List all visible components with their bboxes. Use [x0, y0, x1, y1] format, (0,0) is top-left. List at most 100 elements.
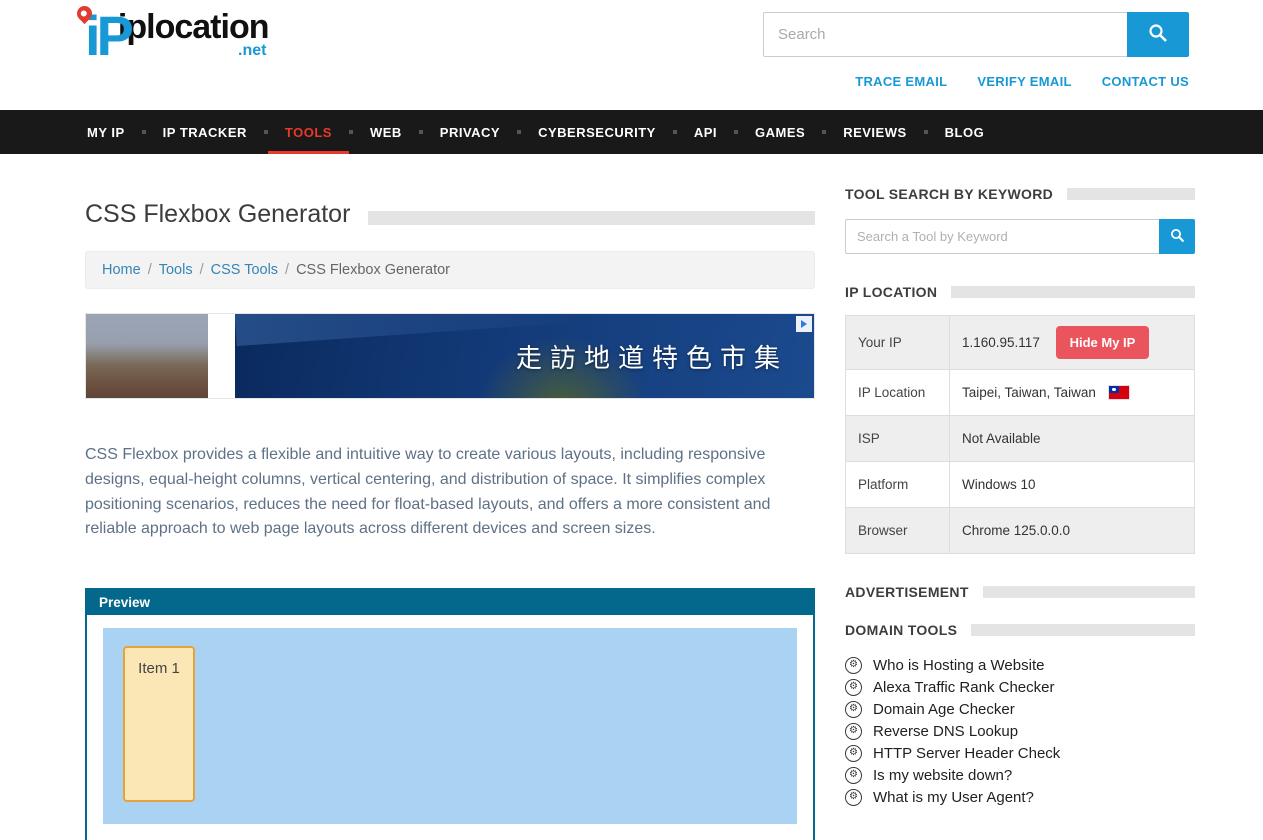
- table-row: Your IP 1.160.95.117 Hide My IP: [846, 316, 1195, 370]
- isp-value: Not Available: [950, 416, 1195, 462]
- domain-tool-alexa-rank[interactable]: ⚙ Alexa Traffic Rank Checker: [845, 676, 1195, 698]
- domain-tools-list: ⚙ Who is Hosting a Website ⚙ Alexa Traff…: [845, 654, 1195, 808]
- advertisement-heading: ADVERTISEMENT: [845, 584, 1195, 600]
- domain-tools-heading-label: DOMAIN TOOLS: [845, 622, 957, 638]
- domain-tool-label: Is my website down?: [873, 767, 1012, 784]
- title-decoration-bar: [368, 211, 815, 225]
- domain-tools-heading: DOMAIN TOOLS: [845, 622, 1195, 638]
- logo-wordmark: iplocation: [118, 10, 269, 44]
- heading-decoration-bar: [951, 286, 1195, 298]
- site-search-input[interactable]: [763, 12, 1127, 57]
- gear-icon: ⚙: [845, 767, 862, 784]
- heading-decoration-bar: [971, 624, 1195, 636]
- ip-row-label: Platform: [846, 462, 950, 508]
- sidebar: TOOL SEARCH BY KEYWORD IP LOCATION Your …: [845, 154, 1195, 840]
- ad-banner[interactable]: 走訪地道特色市集: [85, 313, 815, 399]
- logo-tld: .net: [118, 42, 269, 60]
- breadcrumb-tools[interactable]: Tools: [159, 262, 193, 278]
- domain-tool-label: HTTP Server Header Check: [873, 745, 1060, 762]
- domain-tool-label: Reverse DNS Lookup: [873, 723, 1018, 740]
- domain-tool-user-agent[interactable]: ⚙ What is my User Agent?: [845, 786, 1195, 808]
- flex-preview-item-1: Item 1: [123, 646, 195, 802]
- advertisement-heading-label: ADVERTISEMENT: [845, 584, 969, 600]
- search-icon: [1148, 23, 1168, 46]
- breadcrumb-current: CSS Flexbox Generator: [296, 262, 450, 278]
- ad-text: 走訪地道特色市集: [516, 338, 814, 375]
- platform-value: Windows 10: [950, 462, 1195, 508]
- verify-email-link[interactable]: VERIFY EMAIL: [977, 74, 1071, 89]
- site-search-button[interactable]: [1127, 12, 1189, 57]
- table-row: IP Location Taipei, Taiwan, Taiwan: [846, 370, 1195, 416]
- ip-row-value-cell: Taipei, Taiwan, Taiwan: [950, 370, 1195, 416]
- ip-row-label: ISP: [846, 416, 950, 462]
- nav-cybersecurity[interactable]: CYBERSECURITY: [521, 110, 673, 154]
- breadcrumb-css-tools[interactable]: CSS Tools: [211, 262, 278, 278]
- main-nav: MY IP IP TRACKER TOOLS WEB PRIVACY CYBER…: [0, 110, 1263, 154]
- nav-tools[interactable]: TOOLS: [268, 110, 349, 154]
- nav-ip-tracker[interactable]: IP TRACKER: [146, 110, 264, 154]
- breadcrumb-separator: /: [200, 262, 204, 278]
- gear-icon: ⚙: [845, 701, 862, 718]
- gear-icon: ⚙: [845, 789, 862, 806]
- ad-creative: 走訪地道特色市集: [235, 314, 814, 398]
- gear-icon: ⚙: [845, 723, 862, 740]
- gear-icon: ⚙: [845, 745, 862, 762]
- ad-photo-image: [86, 314, 208, 398]
- domain-tool-label: Who is Hosting a Website: [873, 657, 1044, 674]
- domain-tool-label: Alexa Traffic Rank Checker: [873, 679, 1054, 696]
- gear-icon: ⚙: [845, 657, 862, 674]
- domain-tool-http-header[interactable]: ⚙ HTTP Server Header Check: [845, 742, 1195, 764]
- breadcrumb-home[interactable]: Home: [102, 262, 141, 278]
- nav-api[interactable]: API: [677, 110, 734, 154]
- preview-panel: Preview Item 1: [85, 588, 815, 840]
- domain-tool-who-is-hosting[interactable]: ⚙ Who is Hosting a Website: [845, 654, 1195, 676]
- nav-reviews[interactable]: REVIEWS: [826, 110, 923, 154]
- taiwan-flag-icon: [1109, 386, 1129, 399]
- table-row: Platform Windows 10: [846, 462, 1195, 508]
- site-search: [763, 12, 1189, 57]
- page-title: CSS Flexbox Generator: [85, 200, 350, 229]
- tool-search-heading: TOOL SEARCH BY KEYWORD: [845, 186, 1195, 202]
- nav-my-ip[interactable]: MY IP: [70, 110, 142, 154]
- heading-decoration-bar: [1067, 188, 1195, 200]
- preview-body: Item 1: [87, 615, 813, 840]
- domain-tool-label: What is my User Agent?: [873, 789, 1034, 806]
- browser-value: Chrome 125.0.0.0: [950, 508, 1195, 554]
- your-ip-value: 1.160.95.117: [962, 335, 1040, 350]
- table-row: ISP Not Available: [846, 416, 1195, 462]
- ip-location-heading-label: IP LOCATION: [845, 284, 937, 300]
- site-header: iP iplocation .net TRACE EMAIL VERIFY EM…: [0, 0, 1263, 110]
- hide-my-ip-button[interactable]: Hide My IP: [1056, 326, 1150, 359]
- breadcrumb: Home/Tools/CSS Tools/CSS Flexbox Generat…: [85, 251, 815, 289]
- adchoices-icon[interactable]: [796, 316, 812, 332]
- tool-search-input[interactable]: [845, 219, 1159, 254]
- trace-email-link[interactable]: TRACE EMAIL: [855, 74, 947, 89]
- main-content: CSS Flexbox Generator Home / Tools / CSS Too…: [85, 154, 815, 840]
- heading-decoration-bar: [983, 586, 1195, 598]
- domain-tool-website-down[interactable]: ⚙ Is my website down?: [845, 764, 1195, 786]
- ip-info-table: Your IP 1.160.95.117 Hide My IP IP Locat…: [845, 315, 1195, 554]
- nav-games[interactable]: GAMES: [738, 110, 822, 154]
- breadcrumb-separator: /: [285, 262, 289, 278]
- preview-panel-title: Preview: [87, 590, 813, 615]
- nav-privacy[interactable]: PRIVACY: [423, 110, 517, 154]
- tool-search: [845, 219, 1195, 254]
- ip-row-label: IP Location: [846, 370, 950, 416]
- gear-icon: ⚙: [845, 679, 862, 696]
- tool-description: CSS Flexbox provides a flexible and intu…: [85, 443, 815, 542]
- ip-row-label: Browser: [846, 508, 950, 554]
- nav-web[interactable]: WEB: [353, 110, 419, 154]
- contact-us-link[interactable]: CONTACT US: [1102, 74, 1189, 89]
- ip-row-value-cell: 1.160.95.117 Hide My IP: [950, 316, 1195, 370]
- flex-preview-container: Item 1: [103, 628, 797, 824]
- tool-search-heading-label: TOOL SEARCH BY KEYWORD: [845, 186, 1053, 202]
- site-logo[interactable]: iP iplocation .net: [85, 10, 268, 60]
- domain-tool-domain-age[interactable]: ⚙ Domain Age Checker: [845, 698, 1195, 720]
- domain-tool-reverse-dns[interactable]: ⚙ Reverse DNS Lookup: [845, 720, 1195, 742]
- table-row: Browser Chrome 125.0.0.0: [846, 508, 1195, 554]
- tool-search-button[interactable]: [1159, 219, 1195, 254]
- domain-tool-label: Domain Age Checker: [873, 701, 1015, 718]
- search-icon: [1170, 228, 1185, 246]
- nav-blog[interactable]: BLOG: [928, 110, 1002, 154]
- logo-ip-mark: iP: [85, 12, 130, 60]
